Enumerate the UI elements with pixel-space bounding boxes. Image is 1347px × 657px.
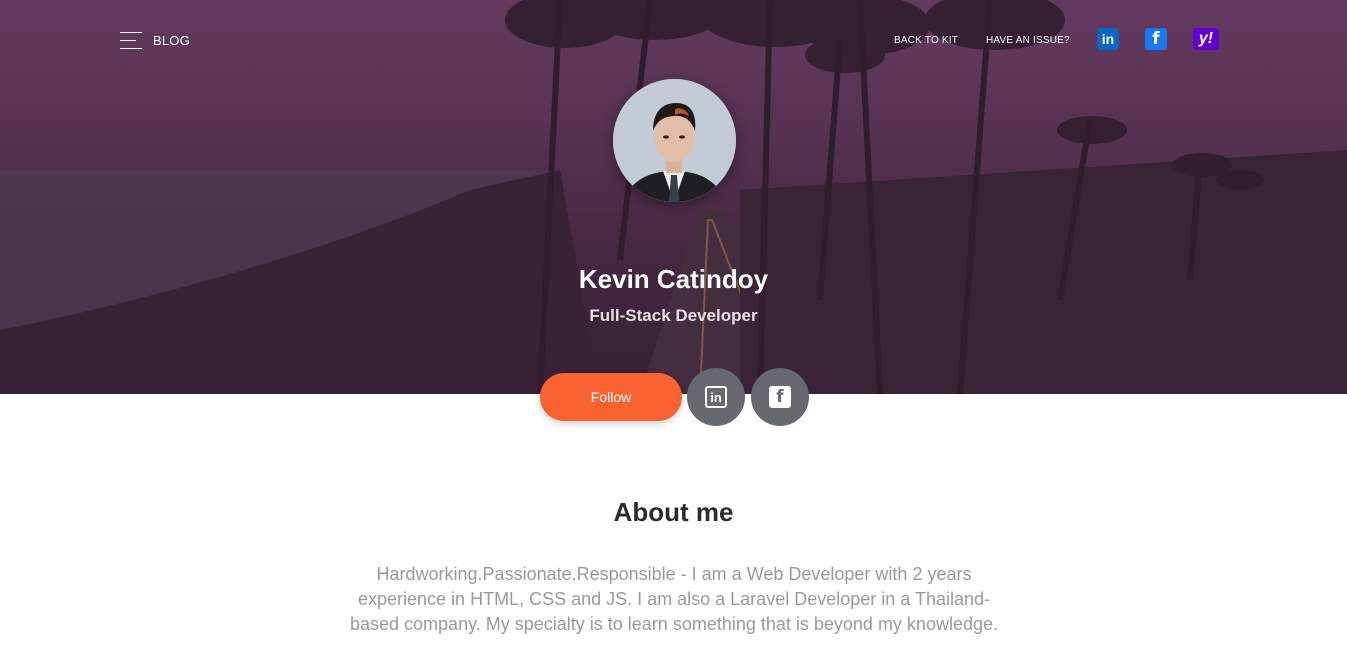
yahoo-icon[interactable]: y! bbox=[1193, 28, 1219, 50]
facebook-icon: f bbox=[769, 386, 791, 408]
linkedin-icon[interactable]: in bbox=[1097, 28, 1119, 50]
top-navbar: BLOG BACK TO KIT HAVE AN ISSUE? in f y! bbox=[0, 0, 1347, 80]
facebook-icon[interactable]: f bbox=[1145, 28, 1167, 50]
about-heading: About me bbox=[613, 497, 734, 527]
hero-header: BLOG BACK TO KIT HAVE AN ISSUE? in f y! bbox=[0, 0, 1347, 394]
profile-name: Kevin Catindoy bbox=[578, 264, 769, 294]
avatar bbox=[613, 79, 736, 202]
linkedin-icon: in bbox=[705, 386, 727, 408]
have-an-issue-link[interactable]: HAVE AN ISSUE? bbox=[986, 35, 1070, 46]
brand-link[interactable]: BLOG bbox=[153, 33, 190, 48]
menu-toggle-icon[interactable] bbox=[120, 31, 142, 49]
back-to-kit-link[interactable]: BACK TO KIT bbox=[894, 35, 958, 46]
follow-button[interactable]: Follow bbox=[540, 373, 682, 421]
about-description: Hardworking.Passionate.Responsible - I a… bbox=[350, 564, 998, 634]
facebook-profile-button[interactable]: f bbox=[751, 368, 809, 426]
profile-title: Full-Stack Developer bbox=[589, 306, 758, 325]
linkedin-profile-button[interactable]: in bbox=[687, 368, 745, 426]
